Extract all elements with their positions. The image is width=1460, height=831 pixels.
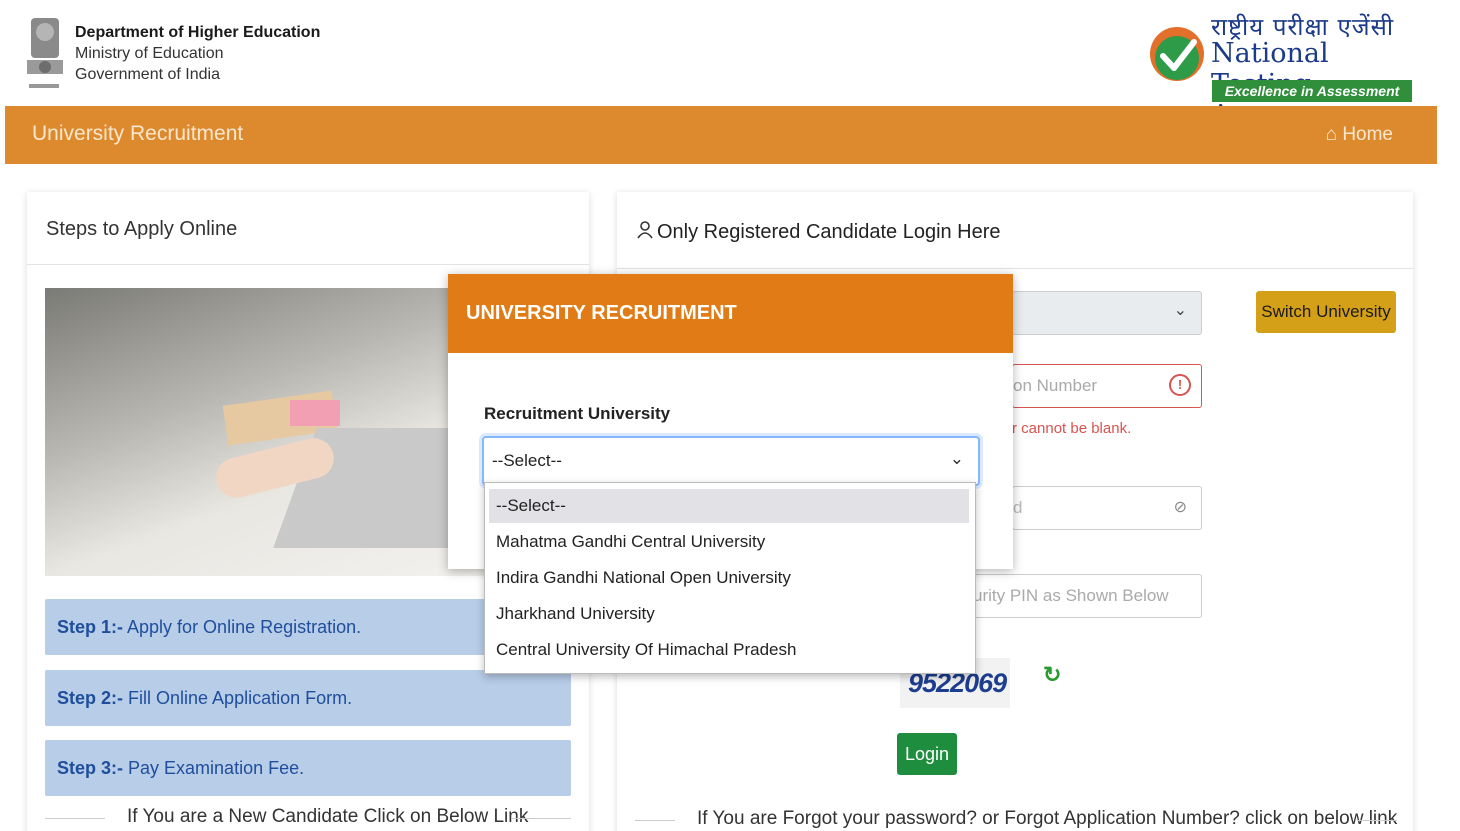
dropdown-option[interactable]: Central University Of Himachal Pradesh — [489, 633, 969, 667]
new-candidate-heading: If You are a New Candidate Click on Belo… — [45, 800, 571, 830]
step-3[interactable]: Step 3:- Pay Examination Fee. — [45, 740, 571, 796]
nta-logo: राष्ट्रीय परीक्षा एजेंसी National Testin… — [1149, 10, 1419, 131]
eye-slash-icon[interactable]: ⊘ — [1174, 497, 1187, 517]
modal-header: UNIVERSITY RECRUITMENT — [448, 274, 1013, 353]
divider — [635, 820, 675, 821]
application-number-placeholder: on Number — [1013, 376, 1098, 395]
refresh-icon[interactable]: ↻ — [1043, 662, 1061, 688]
photo-sticky-note — [290, 400, 340, 426]
department-name: Department of Higher Education — [75, 24, 321, 41]
error-circle-icon: ! — [1169, 374, 1191, 396]
forgot-heading: If You are Forgot your password? or Forg… — [617, 804, 1413, 831]
steps-card-header: Steps to Apply Online — [27, 192, 589, 265]
user-icon — [637, 221, 653, 239]
step-3-text: Pay Examination Fee. — [123, 758, 305, 778]
ministry-name: Ministry of Education — [75, 45, 224, 62]
security-pin-placeholder: urity PIN as Shown Below — [973, 586, 1169, 605]
divider — [1357, 820, 1397, 821]
security-pin-input[interactable]: urity PIN as Shown Below — [972, 574, 1202, 618]
steps-card-title: Steps to Apply Online — [46, 218, 238, 240]
dropdown-option[interactable]: Mahatma Gandhi Central University — [489, 525, 969, 559]
forgot-text: If You are Forgot your password? or Forg… — [697, 808, 1398, 829]
step-1-label: Step 1:- — [57, 617, 124, 637]
login-button[interactable]: Login — [897, 733, 957, 775]
login-card-title-wrap: Only Registered Candidate Login Here — [637, 220, 1001, 244]
switch-university-button[interactable]: Switch University — [1256, 291, 1396, 333]
dropdown-option[interactable]: Indira Gandhi National Open University — [489, 561, 969, 595]
university-dropdown-list: --Select-- Mahatma Gandhi Central Univer… — [484, 482, 976, 674]
department-block: Department of Higher Education Ministry … — [75, 22, 320, 85]
chevron-down-icon: ⌄ — [1173, 302, 1187, 319]
site-header: Department of Higher Education Ministry … — [5, 6, 1455, 131]
selected-value: --Select-- — [492, 451, 562, 470]
step-1-text: Apply for Online Registration. — [123, 617, 362, 637]
divider — [511, 818, 571, 819]
nav-title: University Recruitment — [32, 122, 244, 145]
nta-tagline: Excellence in Assessment — [1212, 80, 1412, 102]
page: Department of Higher Education Ministry … — [5, 6, 1455, 831]
step-2-label: Step 2:- — [57, 688, 124, 708]
recruitment-university-select[interactable]: --Select-- ⌄ — [482, 436, 980, 486]
application-number-input[interactable]: on Number ! — [1012, 364, 1202, 408]
step-2[interactable]: Step 2:- Fill Online Application Form. — [45, 670, 571, 726]
login-card-title: Only Registered Candidate Login Here — [657, 221, 1001, 243]
application-number-error: r cannot be blank. — [1012, 420, 1132, 437]
top-nav: University Recruitment ⌂ Home — [5, 106, 1437, 164]
home-link[interactable]: ⌂ Home — [1326, 124, 1393, 146]
university-select[interactable]: ⌄ — [1012, 291, 1202, 335]
step-2-text: Fill Online Application Form. — [123, 688, 353, 708]
password-placeholder: d — [1013, 498, 1023, 517]
password-input[interactable]: d ⊘ — [1012, 486, 1202, 530]
dropdown-option[interactable]: Jharkhand University — [489, 597, 969, 631]
dropdown-option[interactable]: --Select-- — [489, 489, 969, 523]
modal-title: UNIVERSITY RECRUITMENT — [466, 302, 737, 324]
national-emblem-icon — [27, 18, 63, 88]
login-card-header: Only Registered Candidate Login Here — [617, 192, 1413, 269]
government-name: Government of India — [75, 66, 220, 83]
chevron-down-icon: ⌄ — [949, 449, 964, 468]
nta-checkmark-icon — [1150, 27, 1204, 81]
new-candidate-text: If You are a New Candidate Click on Belo… — [127, 806, 529, 827]
recruitment-university-label: Recruitment University — [484, 404, 671, 423]
step-3-label: Step 3:- — [57, 758, 124, 778]
divider — [45, 818, 105, 819]
